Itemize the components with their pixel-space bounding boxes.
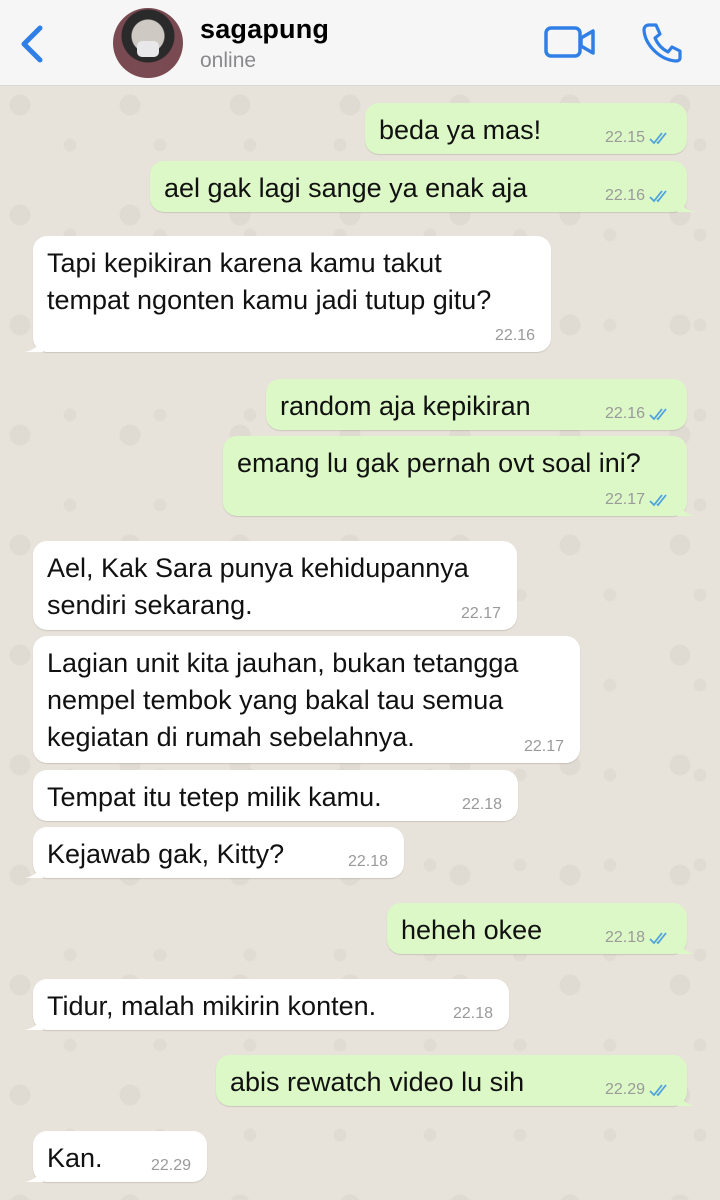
double-check-icon [649, 190, 667, 203]
message-meta: 22.17 [605, 492, 671, 508]
message-text: Kejawab gak, Kitty? [47, 839, 285, 869]
message-meta: 22.17 [461, 606, 501, 622]
message-time: 22.18 [604, 929, 645, 946]
message-time: 22.18 [347, 853, 388, 870]
message-meta: 22.29 [151, 1158, 191, 1174]
message-bubble-incoming[interactable]: Kan. 22.29 [25, 1131, 207, 1182]
bubble-tail [25, 862, 43, 878]
message-text: Tapi kepikiran karena kamu takut tempat … [47, 248, 492, 315]
message-bubble-outgoing[interactable]: abis rewatch video lu sih 22.29 [216, 1055, 695, 1106]
chat-header: sagapung online [0, 0, 720, 86]
message-meta: 22.15 [605, 130, 671, 146]
message-meta: 22.18 [462, 797, 502, 813]
message-time: 22.18 [461, 796, 502, 813]
message-time: 22.29 [150, 1157, 191, 1174]
message-meta: 22.17 [524, 739, 564, 755]
message-meta: 22.16 [605, 188, 671, 204]
message-text: Ael, Kak Sara punya kehidupannya sendiri… [47, 553, 469, 620]
bubble-tail [677, 1090, 695, 1106]
message-bubble-incoming[interactable]: Tempat itu tetep milik kamu. 22.18 [33, 770, 518, 821]
message-text: Lagian unit kita jauhan, bukan tetangga … [47, 648, 519, 752]
chevron-left-icon [21, 25, 43, 63]
message-meta: 22.16 [605, 406, 671, 422]
message-bubble-incoming[interactable]: Tidur, malah mikirin konten. 22.18 [25, 979, 509, 1030]
message-bubble-incoming[interactable]: Tapi kepikiran karena kamu takut tempat … [25, 236, 551, 352]
bubble-tail [677, 938, 695, 954]
message-time: 22.18 [452, 1005, 493, 1022]
message-time: 22.17 [604, 491, 645, 508]
message-text: Tidur, malah mikirin konten. [47, 991, 377, 1021]
message-bubble-incoming[interactable]: Ael, Kak Sara punya kehidupannya sendiri… [33, 541, 517, 630]
message-meta: 22.16 [495, 328, 535, 344]
message-time: 22.17 [523, 738, 564, 755]
back-button[interactable] [14, 22, 54, 66]
bubble-tail [677, 500, 695, 516]
message-meta: 22.18 [605, 930, 671, 946]
double-check-icon [649, 932, 667, 945]
voice-call-button[interactable] [640, 20, 684, 64]
message-meta: 22.18 [348, 854, 388, 870]
message-text: emang lu gak pernah ovt soal ini? [237, 448, 641, 478]
message-bubble-outgoing[interactable]: emang lu gak pernah ovt soal ini? 22.17 [223, 436, 695, 516]
bubble-tail [25, 1014, 43, 1030]
message-bubble-outgoing[interactable]: beda ya mas! 22.15 [365, 103, 687, 154]
message-bubble-outgoing[interactable]: random aja kepikiran 22.16 [266, 379, 687, 430]
message-time: 22.16 [604, 187, 645, 204]
message-time: 22.16 [494, 327, 535, 344]
video-call-button[interactable] [543, 22, 597, 62]
double-check-icon [649, 494, 667, 507]
contact-name[interactable]: sagapung [200, 14, 329, 45]
phone-icon [642, 23, 682, 63]
double-check-icon [649, 408, 667, 421]
double-check-icon [649, 1084, 667, 1097]
message-time: 22.17 [460, 605, 501, 622]
message-time: 22.15 [604, 129, 645, 146]
avatar[interactable] [113, 8, 183, 78]
bubble-tail [677, 196, 695, 212]
message-bubble-incoming[interactable]: Lagian unit kita jauhan, bukan tetangga … [33, 636, 580, 763]
bubble-tail [25, 336, 43, 352]
message-bubble-outgoing[interactable]: ael gak lagi sange ya enak aja 22.16 [150, 161, 695, 212]
message-time: 22.29 [604, 1081, 645, 1098]
message-text: Tempat itu tetep milik kamu. [47, 782, 382, 812]
message-bubble-incoming[interactable]: Kejawab gak, Kitty? 22.18 [25, 827, 404, 878]
message-bubble-outgoing[interactable]: heheh okee 22.18 [387, 903, 695, 954]
message-meta: 22.18 [453, 1006, 493, 1022]
bubble-tail [25, 1166, 43, 1182]
message-time: 22.16 [604, 405, 645, 422]
video-call-icon [544, 26, 595, 58]
message-text: ael gak lagi sange ya enak aja [164, 173, 528, 203]
contact-status: online [200, 49, 257, 72]
message-meta: 22.29 [605, 1082, 671, 1098]
double-check-icon [649, 132, 667, 145]
